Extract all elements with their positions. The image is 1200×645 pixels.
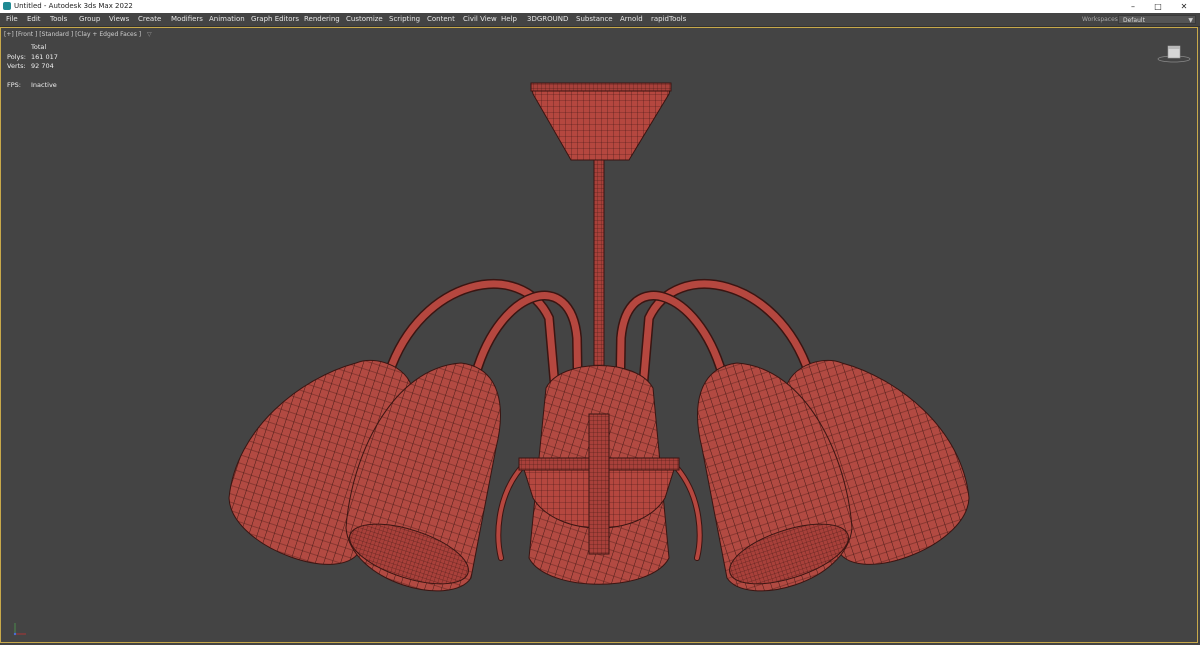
viewcube-icon[interactable] — [1157, 44, 1191, 64]
funnel-icon[interactable]: ▽ — [147, 31, 152, 38]
verts-label: Verts: — [7, 62, 26, 70]
title-bar: Untitled - Autodesk 3ds Max 2022 – □ ✕ — [0, 0, 1200, 13]
stats-fps: FPS: Inactive — [7, 81, 58, 91]
window-title: Untitled - Autodesk 3ds Max 2022 — [14, 2, 133, 10]
close-button[interactable]: ✕ — [1172, 0, 1196, 13]
menu-edit[interactable]: Edit — [27, 15, 41, 23]
workspaces-dropdown[interactable]: Default ▼ — [1118, 15, 1196, 24]
viewport-label[interactable]: [+] [Front ] [Standard ] [Clay + Edged F… — [4, 31, 152, 38]
menu-create[interactable]: Create — [138, 15, 161, 23]
menu-rapidtools[interactable]: rapidTools — [651, 15, 686, 23]
menu-group[interactable]: Group — [79, 15, 100, 23]
menu-3dground[interactable]: 3DGROUND — [527, 15, 568, 23]
menu-graph-editors[interactable]: Graph Editors — [251, 15, 299, 23]
menu-substance[interactable]: Substance — [576, 15, 613, 23]
chandelier-model[interactable] — [1, 28, 1197, 642]
menu-customize[interactable]: Customize — [346, 15, 383, 23]
stats-verts: Verts: 92 704 — [7, 62, 58, 72]
fps-value: Inactive — [31, 80, 57, 89]
fps-label: FPS: — [7, 80, 21, 89]
stats-header: Total — [31, 43, 47, 51]
stats-polys: Polys: 161 017 — [7, 53, 58, 63]
workspaces-value: Default — [1123, 17, 1145, 24]
menu-animation[interactable]: Animation — [209, 15, 245, 23]
menu-views[interactable]: Views — [109, 15, 129, 23]
menu-tools[interactable]: Tools — [50, 15, 67, 23]
front-viewport[interactable]: [+] [Front ] [Standard ] [Clay + Edged F… — [0, 27, 1198, 643]
polys-label: Polys: — [7, 52, 26, 61]
verts-value: 92 704 — [31, 62, 54, 70]
menu-content[interactable]: Content — [427, 15, 455, 23]
axis-tripod-icon — [13, 623, 26, 636]
restore-button[interactable]: □ — [1146, 0, 1170, 13]
menu-file[interactable]: File — [6, 15, 18, 23]
minimize-button[interactable]: – — [1121, 0, 1145, 13]
workspaces-label: Workspaces: — [1082, 16, 1120, 23]
menu-modifiers[interactable]: Modifiers — [171, 15, 203, 23]
app-icon — [3, 2, 11, 10]
menu-bar: File Edit Tools Group Views Create Modif… — [0, 13, 1200, 27]
menu-civil-view[interactable]: Civil View — [463, 15, 497, 23]
polys-value: 161 017 — [31, 52, 58, 61]
menu-scripting[interactable]: Scripting — [389, 15, 420, 23]
statistics-overlay: Total Polys: 161 017 Verts: 92 704 FPS: Ina… — [7, 43, 58, 90]
menu-rendering[interactable]: Rendering — [304, 15, 340, 23]
viewport-label-text[interactable]: [+] [Front ] [Standard ] [Clay + Edged F… — [4, 31, 141, 38]
menu-arnold[interactable]: Arnold — [620, 15, 643, 23]
menu-help[interactable]: Help — [501, 15, 517, 23]
chevron-down-icon: ▼ — [1188, 17, 1193, 24]
